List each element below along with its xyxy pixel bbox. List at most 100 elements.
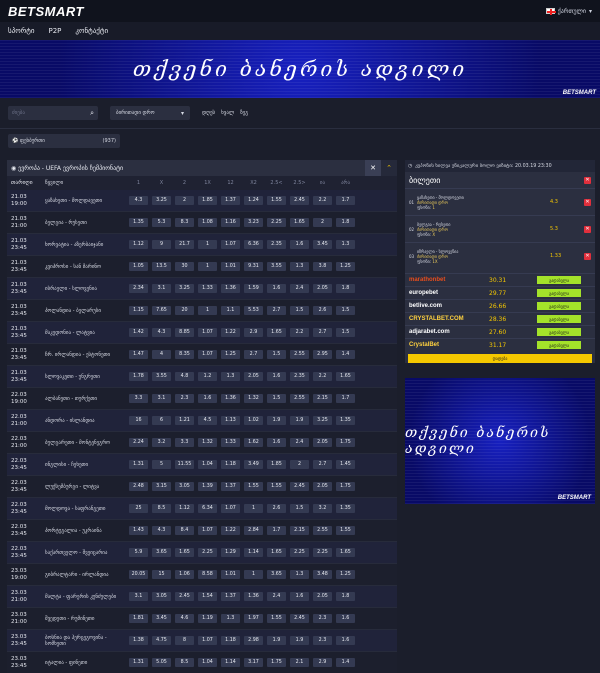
- nav-item-p2p[interactable]: P2P: [49, 27, 62, 35]
- odd-button[interactable]: 2.35: [267, 240, 286, 249]
- period-tomorrow[interactable]: ხვალ: [221, 110, 234, 116]
- odd-button[interactable]: 3.15: [152, 482, 171, 491]
- odd-button[interactable]: 2.2: [313, 196, 332, 205]
- bookmaker-go-button[interactable]: გადასვლა: [537, 289, 581, 297]
- odd-button[interactable]: 1.14: [244, 548, 263, 557]
- odd-button[interactable]: 1.07: [198, 350, 217, 359]
- odd-button[interactable]: 1.6: [198, 394, 217, 403]
- nav-item-sport[interactable]: სპორტი: [8, 27, 35, 35]
- odd-button[interactable]: 3.65: [267, 570, 286, 579]
- match-teams[interactable]: კვიპროსი - სან მარინო: [45, 264, 129, 270]
- odd-button[interactable]: 6.34: [198, 504, 217, 513]
- chevron-up-icon[interactable]: ⌃: [381, 160, 397, 176]
- match-teams[interactable]: საქართველო - შვეიცარია: [45, 550, 129, 556]
- odd-button[interactable]: 1.21: [175, 416, 194, 425]
- odd-button[interactable]: 8: [175, 636, 194, 645]
- match-teams[interactable]: პოლანდია - ბელარუსი: [45, 308, 129, 314]
- odd-button[interactable]: 3.05: [175, 482, 194, 491]
- odd-button[interactable]: 5.53: [244, 306, 263, 315]
- odd-button[interactable]: 2.15: [290, 526, 309, 535]
- odd-button[interactable]: 2.55: [290, 394, 309, 403]
- odd-button[interactable]: 1.45: [336, 460, 355, 469]
- odd-button[interactable]: 2.1: [290, 658, 309, 667]
- search-input[interactable]: ძიება ⌕: [8, 106, 98, 120]
- match-teams[interactable]: ინგლისი - ჩეხეთი: [45, 462, 129, 468]
- odd-button[interactable]: 3.55: [267, 262, 286, 271]
- odd-button[interactable]: 1.38: [129, 636, 148, 645]
- odd-button[interactable]: 1.78: [129, 372, 148, 381]
- bookmaker-go-button[interactable]: გადასვლა: [537, 315, 581, 323]
- odd-button[interactable]: 1.31: [129, 460, 148, 469]
- odd-button[interactable]: 1.18: [221, 460, 240, 469]
- odd-button[interactable]: 2: [175, 196, 194, 205]
- odd-button[interactable]: 1.7: [336, 394, 355, 403]
- odd-button[interactable]: 2.35: [290, 372, 309, 381]
- odd-button[interactable]: 2.48: [129, 482, 148, 491]
- odd-button[interactable]: 1.55: [267, 614, 286, 623]
- clear-betslip-icon[interactable]: ✕: [584, 176, 591, 184]
- odd-button[interactable]: 6: [152, 416, 171, 425]
- odd-button[interactable]: 1.07: [221, 240, 240, 249]
- odd-button[interactable]: 1.32: [198, 438, 217, 447]
- odd-button[interactable]: 1.47: [129, 350, 148, 359]
- odd-button[interactable]: 1.4: [336, 350, 355, 359]
- odd-button[interactable]: 3.25: [313, 416, 332, 425]
- odd-button[interactable]: 21.7: [175, 240, 194, 249]
- odd-button[interactable]: 1.97: [244, 614, 263, 623]
- odd-button[interactable]: 1: [198, 262, 217, 271]
- match-teams[interactable]: ყაზახეთი - მოლდავეთი: [45, 198, 129, 204]
- odd-button[interactable]: 1.5: [336, 306, 355, 315]
- odd-button[interactable]: 1: [198, 306, 217, 315]
- odd-button[interactable]: 1.9: [267, 636, 286, 645]
- odd-button[interactable]: 1.3: [290, 570, 309, 579]
- remove-bet-icon[interactable]: ✕: [584, 198, 591, 206]
- bookmaker-go-button[interactable]: გადასვლა: [537, 328, 581, 336]
- odd-button[interactable]: 1.39: [198, 482, 217, 491]
- odd-button[interactable]: 8.5: [152, 504, 171, 513]
- odd-button[interactable]: 1.55: [267, 196, 286, 205]
- odd-button[interactable]: 1.6: [267, 372, 286, 381]
- odd-button[interactable]: 3.1: [152, 394, 171, 403]
- odd-button[interactable]: 30: [175, 262, 194, 271]
- odd-button[interactable]: 1.42: [129, 328, 148, 337]
- match-teams[interactable]: გიბრალტარი - ირლანდია: [45, 572, 129, 578]
- odd-button[interactable]: 1.81: [129, 614, 148, 623]
- odd-button[interactable]: 2.25: [198, 548, 217, 557]
- odd-button[interactable]: 20.05: [129, 570, 148, 579]
- odd-button[interactable]: 1.3: [221, 372, 240, 381]
- odd-button[interactable]: 1.65: [336, 372, 355, 381]
- odd-button[interactable]: 1.16: [221, 218, 240, 227]
- odd-button[interactable]: 8.35: [175, 350, 194, 359]
- odd-button[interactable]: 1.9: [290, 416, 309, 425]
- odd-button[interactable]: 9: [152, 240, 171, 249]
- odd-button[interactable]: 1.6: [336, 614, 355, 623]
- odd-button[interactable]: 1.35: [129, 218, 148, 227]
- odd-button[interactable]: 4.6: [175, 614, 194, 623]
- odd-button[interactable]: 2.05: [244, 372, 263, 381]
- odd-button[interactable]: 1.9: [290, 636, 309, 645]
- odd-button[interactable]: 3.3: [175, 438, 194, 447]
- odd-button[interactable]: 2.24: [129, 438, 148, 447]
- odd-button[interactable]: 1.35: [336, 416, 355, 425]
- odd-button[interactable]: 3.2: [152, 438, 171, 447]
- remove-bet-icon[interactable]: ✕: [584, 252, 591, 260]
- odd-button[interactable]: 1.22: [221, 328, 240, 337]
- odd-button[interactable]: 1.85: [198, 196, 217, 205]
- close-icon[interactable]: ✕: [365, 160, 381, 176]
- place-bet-button[interactable]: დადება: [408, 354, 592, 363]
- odd-button[interactable]: 8.58: [198, 570, 217, 579]
- odd-button[interactable]: 3.45: [313, 240, 332, 249]
- odd-button[interactable]: 1.6: [267, 438, 286, 447]
- odd-button[interactable]: 8.4: [175, 526, 194, 535]
- odd-button[interactable]: 1.43: [129, 526, 148, 535]
- odd-button[interactable]: 3.45: [152, 614, 171, 623]
- odd-button[interactable]: 2.55: [290, 350, 309, 359]
- nav-item-contact[interactable]: კონტაქტი: [75, 27, 108, 35]
- odd-button[interactable]: 1.6: [336, 636, 355, 645]
- tab-football[interactable]: ⚽ ფეხბურთი (937): [8, 133, 120, 148]
- odd-button[interactable]: 1.36: [244, 592, 263, 601]
- odd-button[interactable]: 3.17: [244, 658, 263, 667]
- odd-button[interactable]: 1.37: [221, 482, 240, 491]
- odd-button[interactable]: 4.3: [152, 526, 171, 535]
- odd-button[interactable]: 2.4: [290, 284, 309, 293]
